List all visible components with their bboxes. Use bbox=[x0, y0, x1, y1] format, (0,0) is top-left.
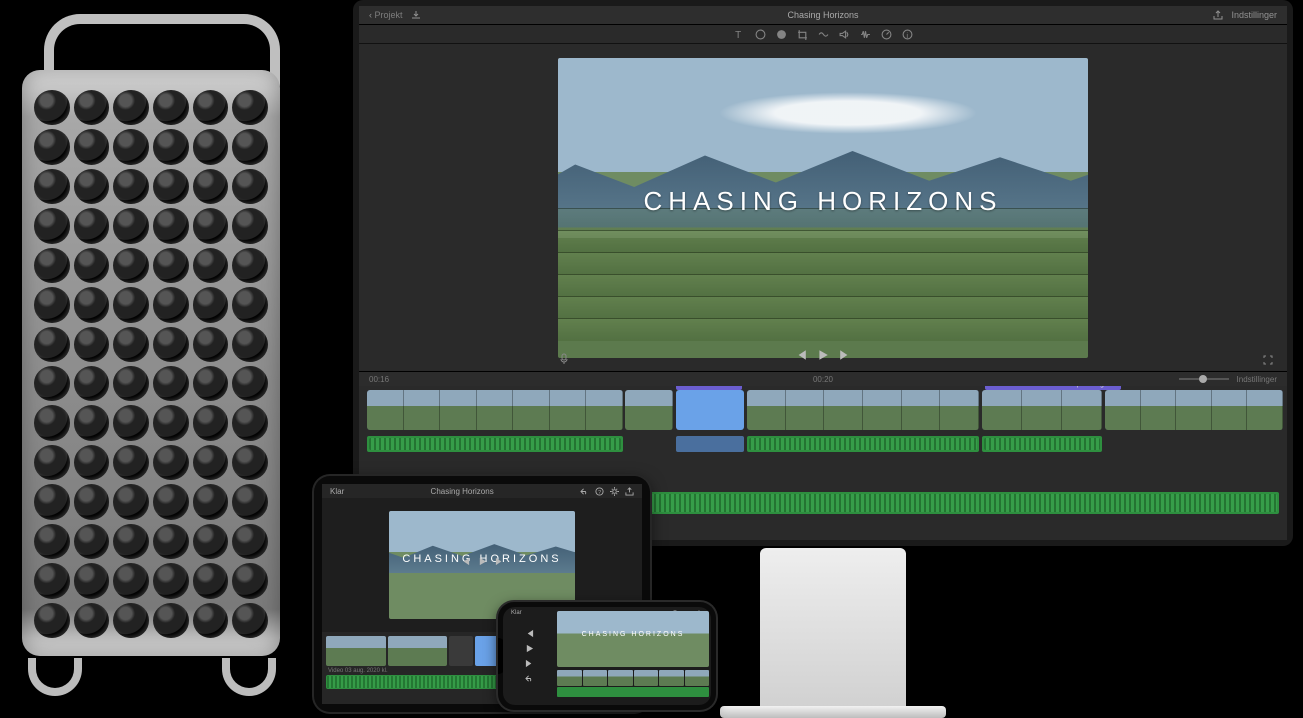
speed-icon[interactable] bbox=[881, 29, 892, 40]
clip-audio-2[interactable] bbox=[747, 436, 979, 452]
window-titlebar: ‹ Projekt Chasing Horizons Indstillinger bbox=[359, 6, 1287, 25]
ipad-help-icon[interactable]: ? bbox=[595, 487, 604, 496]
iphone-title-overlay: CHASING HORIZONS bbox=[557, 631, 709, 638]
ipad-share-icon[interactable] bbox=[625, 487, 634, 496]
clip-audio-1[interactable] bbox=[367, 436, 623, 452]
titles-icon[interactable]: T bbox=[734, 29, 745, 40]
transport-controls bbox=[359, 349, 1287, 361]
ipad-done-button[interactable]: Klar bbox=[330, 487, 344, 496]
ipad-clip[interactable] bbox=[326, 636, 386, 666]
mac-pro-grill bbox=[34, 90, 268, 638]
zoom-slider[interactable] bbox=[1179, 378, 1229, 380]
iphone-music-track[interactable] bbox=[557, 687, 709, 697]
toolstrip: T i bbox=[359, 25, 1287, 44]
ipad-settings-icon[interactable] bbox=[610, 487, 619, 496]
transition-clip[interactable] bbox=[625, 390, 673, 430]
iphone-done-button[interactable]: Klar bbox=[511, 610, 522, 616]
video-clip-4[interactable] bbox=[1105, 390, 1283, 430]
video-clip-3[interactable] bbox=[982, 390, 1102, 430]
iphone-prev-button[interactable] bbox=[525, 629, 534, 638]
ipad-clip[interactable] bbox=[449, 636, 473, 666]
import-icon[interactable] bbox=[411, 10, 421, 20]
color-correction-icon[interactable] bbox=[776, 29, 787, 40]
monitor-stand-base bbox=[720, 706, 946, 718]
ipad-prev-button[interactable] bbox=[461, 557, 470, 566]
monitor-stand-leg bbox=[760, 548, 906, 718]
info-icon[interactable]: i bbox=[902, 29, 913, 40]
timeline-ruler[interactable]: 00:16 00:20 Indstillinger bbox=[359, 371, 1287, 386]
svg-text:i: i bbox=[906, 30, 908, 39]
svg-text:T: T bbox=[735, 29, 741, 39]
ipad-transport bbox=[322, 557, 642, 566]
ipad-titlebar: Klar Chasing Horizons ? bbox=[322, 484, 642, 498]
volume-icon[interactable] bbox=[839, 29, 850, 40]
iphone-timeline[interactable] bbox=[557, 670, 709, 702]
solid-clip[interactable] bbox=[676, 390, 744, 430]
video-clip-2[interactable]: Video 13 aug. 2020 kl. 14:36 bbox=[747, 390, 979, 430]
preview-viewer: CHASING HORIZONS bbox=[359, 44, 1287, 371]
play-button[interactable] bbox=[817, 349, 829, 361]
stabilize-icon[interactable] bbox=[818, 29, 829, 40]
iphone-clip[interactable] bbox=[634, 670, 659, 686]
mac-pro-foot-right bbox=[222, 658, 276, 696]
ipad-play-button[interactable] bbox=[478, 557, 487, 566]
imovie-mac-window: ‹ Projekt Chasing Horizons Indstillinger… bbox=[359, 6, 1287, 540]
clip-audio-3[interactable] bbox=[982, 436, 1102, 452]
window-title: Chasing Horizons bbox=[359, 10, 1287, 20]
external-display: ‹ Projekt Chasing Horizons Indstillinger… bbox=[353, 0, 1293, 546]
iphone-next-button[interactable] bbox=[525, 659, 534, 668]
iphone-device: Klar CHASING HORIZONS bbox=[498, 602, 716, 710]
share-icon[interactable] bbox=[1213, 10, 1223, 20]
iphone-clip[interactable] bbox=[659, 670, 684, 686]
iphone-clip[interactable] bbox=[685, 670, 710, 686]
settings-label[interactable]: Indstillinger bbox=[1231, 10, 1277, 20]
iphone-preview-frame: CHASING HORIZONS bbox=[557, 611, 709, 667]
crop-icon[interactable] bbox=[797, 29, 808, 40]
video-track[interactable]: Standard CHASING HORIZONS · Eksponering … bbox=[367, 390, 1279, 444]
noise-icon[interactable] bbox=[860, 29, 871, 40]
preview-frame: CHASING HORIZONS bbox=[558, 58, 1088, 358]
prev-frame-button[interactable] bbox=[795, 349, 807, 361]
mac-pro-foot-left bbox=[28, 658, 82, 696]
ruler-time-center: 00:20 bbox=[359, 375, 1287, 384]
next-frame-button[interactable] bbox=[839, 349, 851, 361]
iphone-viewer: CHASING HORIZONS bbox=[555, 607, 711, 705]
ipad-clip[interactable] bbox=[388, 636, 448, 666]
fullscreen-icon[interactable] bbox=[1263, 355, 1273, 365]
title-overlay: CHASING HORIZONS bbox=[558, 186, 1088, 217]
ipad-next-button[interactable] bbox=[495, 557, 504, 566]
iphone-play-button[interactable] bbox=[525, 644, 534, 653]
iphone-transport bbox=[503, 607, 555, 705]
video-clip-1[interactable]: Video 10 aug. 2020 kl. bbox=[367, 390, 623, 430]
color-balance-icon[interactable] bbox=[755, 29, 766, 40]
iphone-undo-icon[interactable] bbox=[525, 674, 534, 683]
product-lineup: ‹ Projekt Chasing Horizons Indstillinger… bbox=[0, 0, 1303, 718]
ipad-title: Chasing Horizons bbox=[431, 487, 494, 496]
mac-pro-tower bbox=[14, 16, 290, 696]
iphone-clip[interactable] bbox=[608, 670, 633, 686]
imovie-iphone-window: Klar CHASING HORIZONS bbox=[503, 607, 711, 705]
svg-text:?: ? bbox=[598, 489, 601, 495]
iphone-clip[interactable] bbox=[557, 670, 582, 686]
ipad-undo-icon[interactable] bbox=[580, 487, 589, 496]
iphone-clip[interactable] bbox=[583, 670, 608, 686]
back-button[interactable]: ‹ Projekt bbox=[369, 10, 403, 20]
clip-audio-gap[interactable]: Klump bbox=[676, 436, 744, 452]
